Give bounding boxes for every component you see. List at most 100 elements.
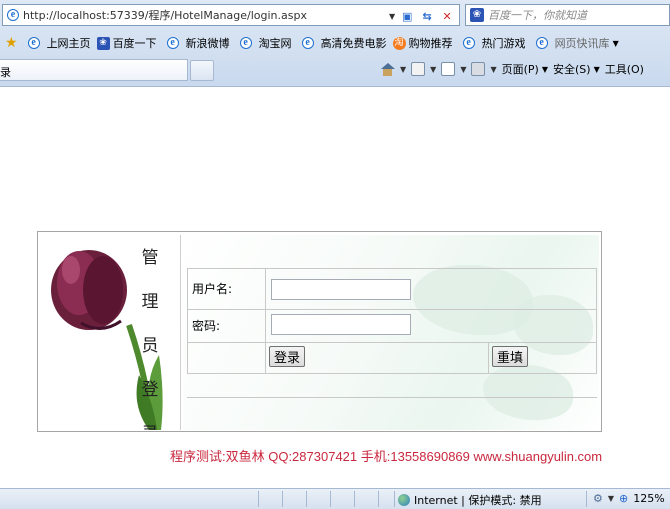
username-input[interactable]	[271, 279, 411, 300]
baidu-paw-icon: ❀	[96, 36, 110, 50]
login-form-area: 用户名: 密码: 登录 重填	[183, 235, 599, 430]
ie-page-icon: e	[239, 37, 252, 49]
status-right: ⚙ ▼ ⊕ 125%	[593, 492, 665, 505]
new-tab-button[interactable]	[190, 60, 214, 81]
page-menu[interactable]: 页面(P) ▼	[502, 61, 548, 77]
chevron-down-icon[interactable]: ▼	[460, 65, 466, 74]
protected-mode-icon[interactable]: ⚙	[593, 492, 603, 505]
favorite-item-label: 购物推荐	[408, 37, 453, 50]
favorite-item[interactable]: e 新浪微博	[163, 35, 230, 51]
status-divider	[354, 491, 355, 507]
compat-view-icon[interactable]: ▣	[399, 8, 415, 24]
button-divider	[488, 343, 489, 373]
username-label: 用户名:	[188, 269, 266, 309]
login-button[interactable]: 登录	[269, 346, 306, 367]
ie-page-icon: e	[27, 37, 40, 49]
title-char: 员	[141, 336, 159, 356]
favorite-item-label: 高清免费电影	[320, 37, 387, 50]
title-char: 录	[137, 419, 163, 430]
address-row: e http://localhost:57339/程序/HotelManage/…	[0, 3, 670, 27]
address-text[interactable]: http://localhost:57339/程序/HotelManage/lo…	[23, 7, 307, 23]
search-box[interactable]: ❀ 百度一下，你就知道	[465, 4, 670, 26]
stop-icon[interactable]: ✕	[439, 8, 455, 24]
address-bar[interactable]: e http://localhost:57339/程序/HotelManage/…	[2, 4, 460, 26]
feeds-icon[interactable]	[411, 62, 426, 76]
username-row: 用户名:	[188, 269, 596, 310]
taobao-icon: 淘	[392, 36, 406, 50]
chevron-down-icon[interactable]: ▼	[608, 494, 614, 503]
baidu-paw-icon: ❀	[470, 8, 484, 22]
footer-credits: 程序测试:双鱼林 QQ:287307421 手机:13558690869 www…	[170, 449, 603, 464]
favorite-item[interactable]: e 网页快讯库 ▼	[532, 35, 619, 51]
safety-menu-label: 安全(S)	[553, 63, 591, 76]
address-buttons: ▼ ▣ ⇆ ✕	[389, 5, 455, 27]
tab-login[interactable]: 录	[0, 59, 188, 81]
status-divider	[378, 491, 379, 507]
title-char: 理	[141, 292, 159, 312]
favorite-item-label: 淘宝网	[258, 37, 292, 50]
browser-chrome: e http://localhost:57339/程序/HotelManage/…	[0, 0, 670, 87]
favorite-item[interactable]: e 高清免费电影	[298, 35, 387, 51]
favorite-item-label: 上网主页	[46, 37, 91, 50]
favorite-item[interactable]: 淘购物推荐	[392, 35, 453, 51]
ie-page-icon: e	[535, 37, 548, 49]
search-placeholder[interactable]: 百度一下，你就知道	[488, 7, 587, 23]
favorite-item-label: 新浪微博	[185, 37, 230, 50]
button-row: 登录 重填	[188, 343, 596, 373]
zoom-level[interactable]: 125%	[633, 492, 664, 505]
form-bottom-rule	[187, 397, 597, 398]
status-divider	[258, 491, 259, 507]
print-icon[interactable]	[471, 62, 486, 76]
chevron-down-icon[interactable]: ▼	[400, 65, 406, 74]
address-dropdown-icon[interactable]: ▼	[389, 12, 395, 21]
mail-icon[interactable]	[441, 62, 456, 76]
ie-page-icon: e	[301, 37, 314, 49]
favorites-star-icon[interactable]: ★	[5, 35, 18, 51]
title-char: 登	[141, 380, 159, 400]
password-label: 密码:	[188, 310, 266, 342]
refresh-icon[interactable]: ⇆	[419, 8, 435, 24]
chevron-down-icon: ▼	[593, 64, 600, 74]
status-divider	[330, 491, 331, 507]
chevron-down-icon[interactable]: ▼	[430, 65, 436, 74]
chevron-down-icon: ▼	[612, 38, 619, 48]
security-zone[interactable]: Internet | 保护模式: 禁用	[398, 492, 542, 508]
status-bar: Internet | 保护模式: 禁用 ⚙ ▼ ⊕ 125%	[0, 488, 670, 509]
title-char: 管	[141, 248, 159, 268]
login-panel: 管 理 员 登 录 用户名: 密码: 登录 重填	[37, 231, 602, 432]
ie-page-icon: e	[7, 9, 19, 21]
status-divider	[282, 491, 283, 507]
ie-page-icon: e	[462, 37, 475, 49]
favorite-item[interactable]: e 上网主页	[24, 35, 91, 51]
tulip-banner: 管 理 员 登 录	[41, 235, 181, 430]
status-divider	[394, 491, 395, 507]
login-form: 用户名: 密码: 登录 重填	[187, 268, 597, 374]
tab-row: 录 ▼ ▼ ▼ ▼ 页面(P) ▼ 安全(S) ▼ 工具(O)	[0, 57, 670, 85]
favorite-item-label: 网页快讯库	[554, 37, 610, 50]
zoom-icon[interactable]: ⊕	[619, 492, 628, 505]
security-zone-label: Internet | 保护模式: 禁用	[414, 494, 542, 507]
tools-menu[interactable]: 工具(O)	[605, 61, 644, 77]
admin-login-title: 管 理 员 登 录	[137, 243, 163, 430]
chevron-down-icon: ▼	[541, 64, 548, 74]
favorite-item-label: 热门游戏	[481, 37, 526, 50]
favorite-item-label: 百度一下	[112, 37, 157, 50]
password-input[interactable]	[271, 314, 411, 335]
home-icon[interactable]	[380, 62, 395, 76]
safety-menu[interactable]: 安全(S) ▼	[553, 61, 600, 77]
page-menu-label: 页面(P)	[501, 63, 539, 76]
favorite-item[interactable]: e 淘宝网	[236, 35, 292, 51]
favorite-item[interactable]: ❀ 百度一下	[96, 35, 157, 51]
favorites-bar: ★ e 上网主页 ❀ 百度一下 e 新浪微博 e 淘宝网 e 高清免费电影 淘购物推荐 e…	[0, 31, 670, 55]
favorite-item[interactable]: e 热门游戏	[459, 35, 526, 51]
status-divider	[586, 491, 587, 507]
button-row-spacer	[188, 343, 266, 373]
tools-menu-label: 工具(O)	[604, 63, 644, 76]
status-divider	[306, 491, 307, 507]
internet-globe-icon	[398, 494, 410, 506]
reset-button[interactable]: 重填	[492, 346, 529, 367]
ie-page-icon: e	[166, 37, 179, 49]
password-row: 密码:	[188, 310, 596, 343]
chevron-down-icon[interactable]: ▼	[490, 65, 496, 74]
command-bar: ▼ ▼ ▼ ▼ 页面(P) ▼ 安全(S) ▼ 工具(O)	[380, 59, 644, 79]
